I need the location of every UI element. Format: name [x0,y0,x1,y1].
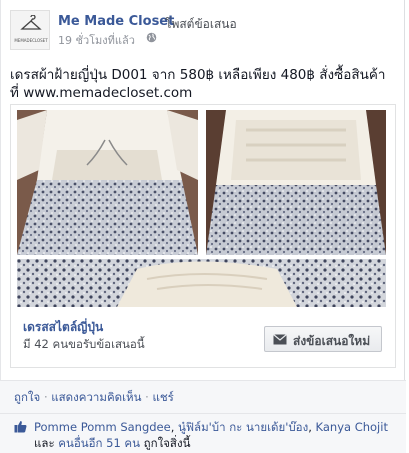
liker-name-3[interactable]: Kanya Chojit [316,420,388,434]
page-name-link[interactable]: Me Made Closet [58,14,174,29]
dress-photo-2[interactable] [206,110,386,255]
post-message: เดรสผ้าฝ้ายญี่ปุ่น D001 จาก 580฿ เหลือเพ… [10,67,386,101]
thumbs-up-icon [14,421,27,433]
share-link[interactable]: แชร์ [152,390,173,404]
like-link[interactable]: ถูกใจ [14,390,40,404]
send-offer-button[interactable]: ส่งข้อเสนอใหม่ [264,326,382,352]
dress-photo-3[interactable] [17,259,386,307]
action-separator: · [145,390,149,404]
feedback-bar: ถูกใจ · แสดงความคิดเห็น · แชร์ Pomme Pom… [0,380,406,453]
likes-and: และ [34,436,59,450]
action-separator: · [43,390,48,404]
envelope-icon [273,334,287,345]
liker-name-1[interactable]: Pomme Pomm Sangdee [34,420,171,434]
avatar-logo-text: MEMADECLOSET [14,38,48,43]
liker-name-2[interactable]: นู๋ฟิล์ม'บ้า กะ นายเด้ย'บ๊อง [178,420,308,434]
others-link[interactable]: คนอื่นอีก 51 คน [58,436,140,450]
post-timestamp[interactable]: 19 ชั่วโมงที่แล้ว [58,31,135,49]
hanger-icon [20,15,42,30]
post-type-label: โพสต์ข้อเสนอ [165,17,237,31]
likes-text: Pomme Pomm Sangdee, นู๋ฟิล์ม'บ้า กะ นายเ… [34,419,400,451]
send-offer-label: ส่งข้อเสนอใหม่ [293,334,371,348]
offer-title-link[interactable]: เดรสสไตล์ญี่ปุ่น [23,318,103,337]
comment-link[interactable]: แสดงความคิดเห็น [51,390,141,404]
likes-comma: , [308,420,316,434]
globe-icon[interactable] [146,32,157,43]
likes-comma: , [170,420,179,434]
likes-suffix: ถูกใจสิ่งนี้ [140,436,191,450]
action-links: ถูกใจ · แสดงความคิดเห็น · แชร์ [14,389,174,407]
page-avatar[interactable]: MEMADECLOSET [10,10,50,50]
dress-photo-1[interactable] [17,110,198,255]
likes-summary: Pomme Pomm Sangdee, นู๋ฟิล์ม'บ้า กะ นายเ… [0,413,406,453]
offer-claimed-count: มี 42 คนขอรับข้อเสนอนี้ [23,337,145,351]
offer-post: MEMADECLOSET Me Made Closet โพสต์ข้อเสนอ… [0,0,409,453]
